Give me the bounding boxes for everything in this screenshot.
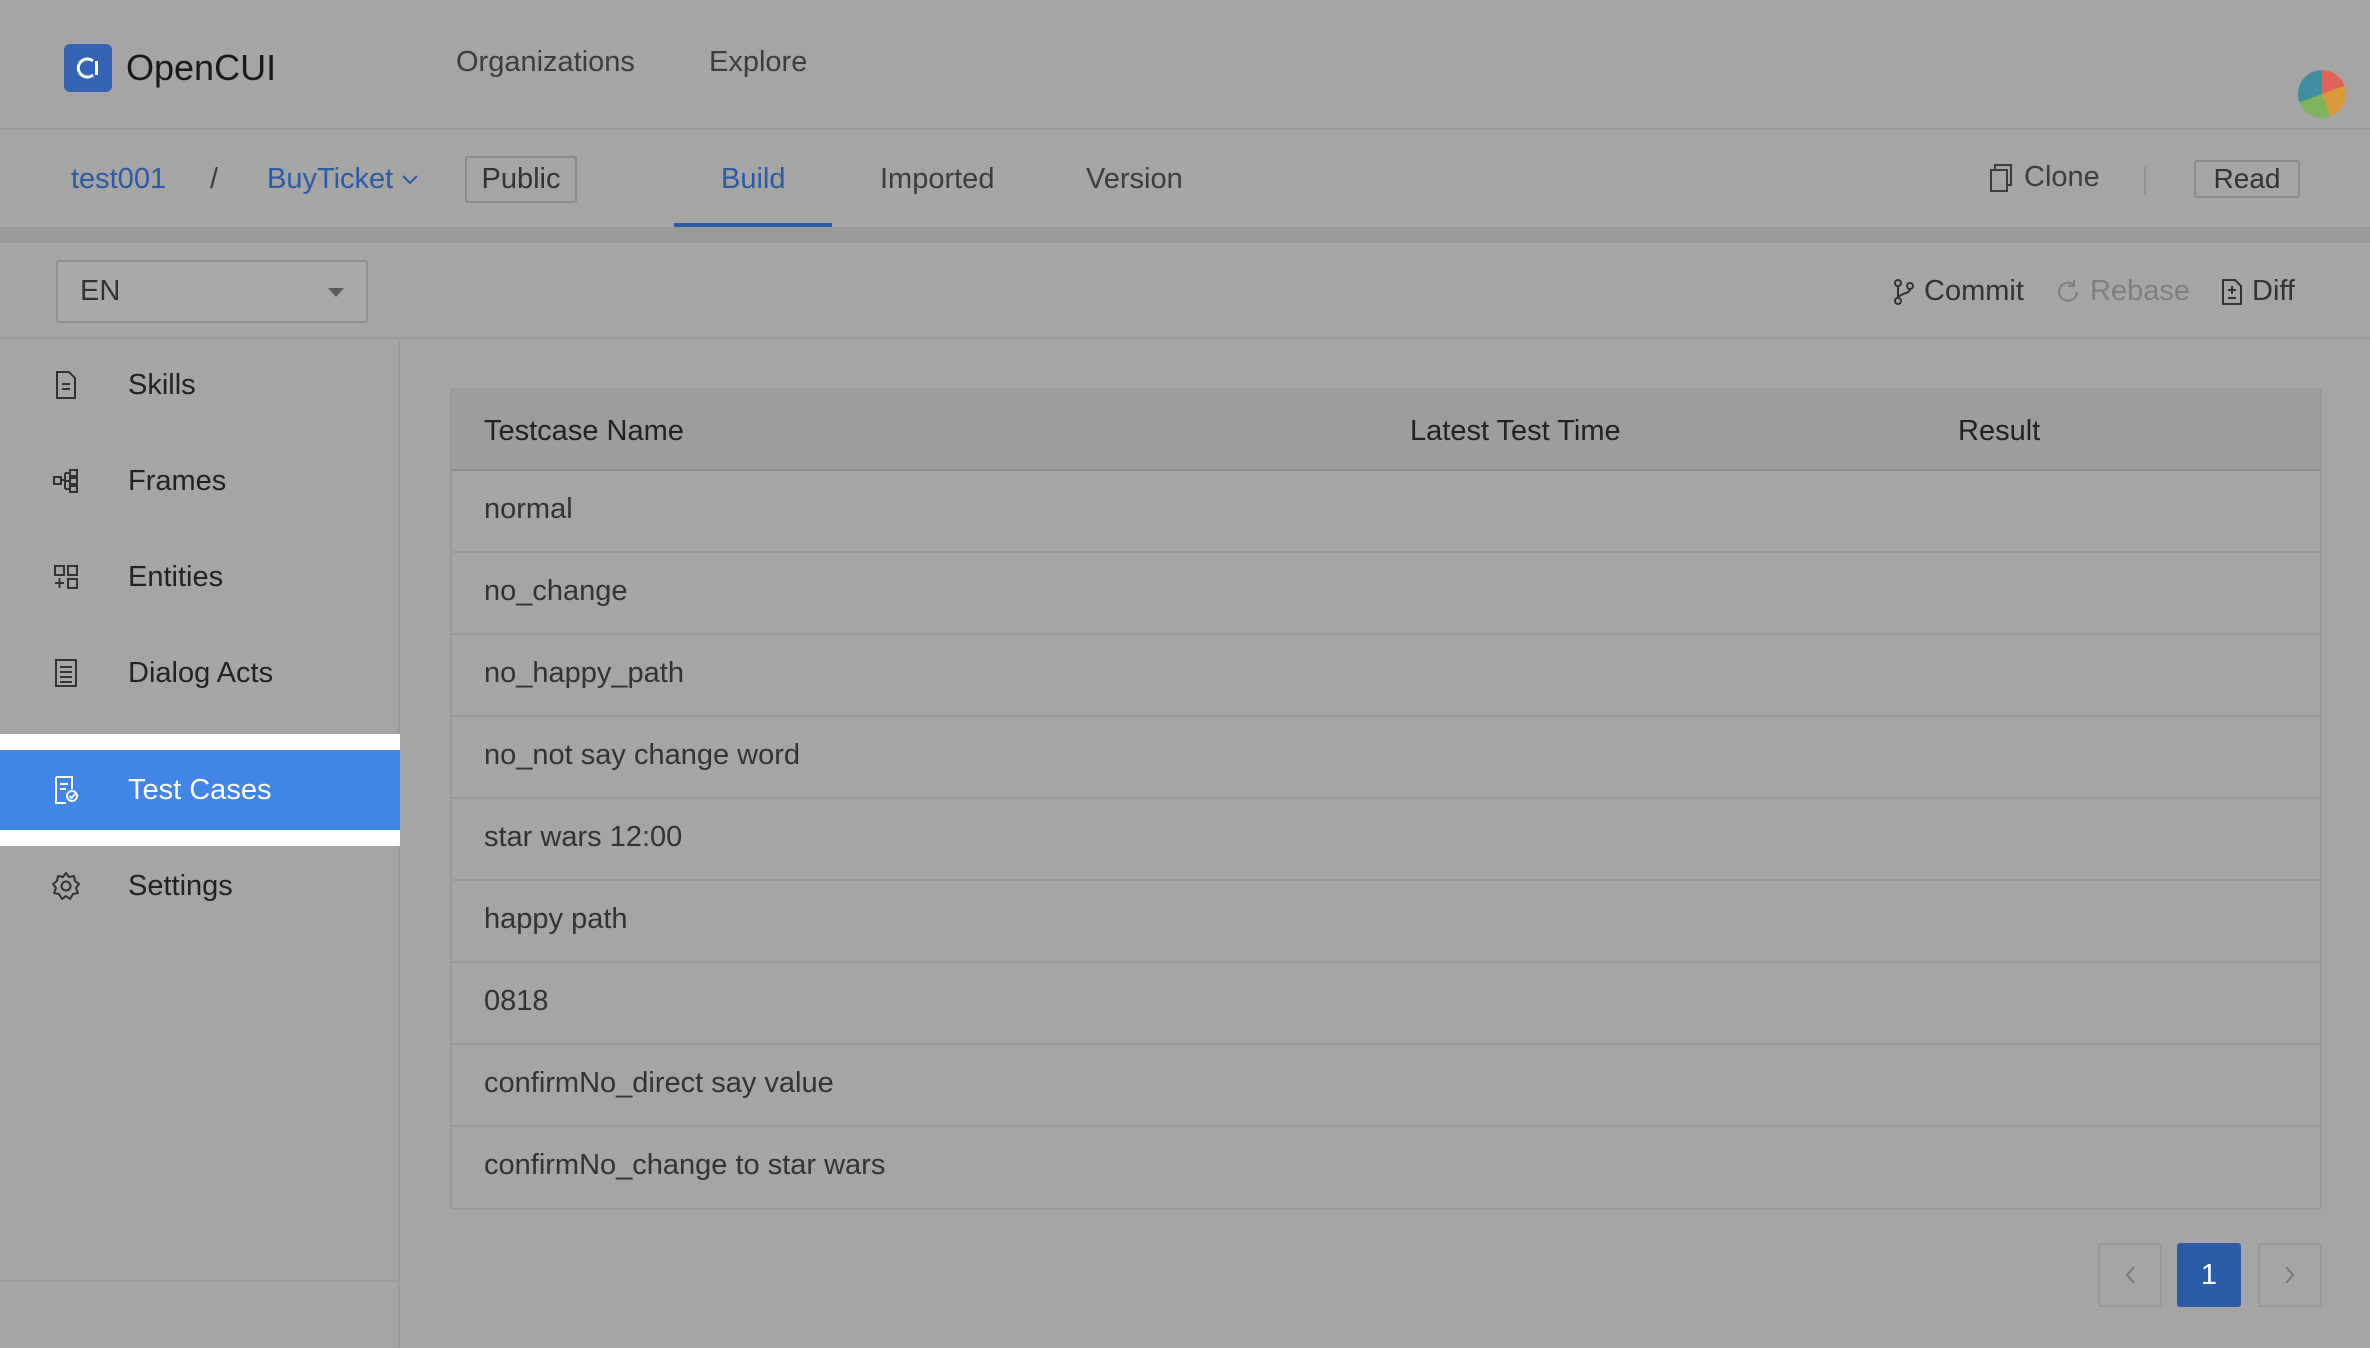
table-row[interactable]: no_change [452,553,2320,635]
sidebar-item-label: Entities [128,560,224,593]
hierarchy-icon [50,465,82,497]
app-name: OpenCUI [126,47,277,88]
clone-icon [1990,163,2012,192]
user-avatar[interactable] [2298,70,2346,118]
language-select[interactable]: EN [56,260,368,323]
nav-organizations-link[interactable]: Organizations [456,46,635,79]
caret-down-icon [328,288,344,297]
breadcrumb-org-link[interactable]: test001 [71,163,166,196]
sidebar-item-label: Test Cases [128,773,272,806]
sidebar-item-label: Dialog Acts [128,656,274,689]
clone-button[interactable]: Clone [1988,161,2100,194]
testcase-name-cell: 0818 [484,985,549,1017]
table-row[interactable]: star wars 12:00 [452,799,2320,881]
rebase-label: Rebase [2090,275,2190,307]
testcase-name-cell: star wars 12:00 [484,821,683,853]
sidebar-item-test-cases[interactable]: Test Cases [0,750,400,830]
pagination-prev-button[interactable] [2098,1243,2162,1307]
table-row[interactable]: normal [452,471,2320,553]
document-icon [50,369,82,401]
divider [0,1280,400,1282]
gear-icon [50,870,82,902]
project-header: test001 / BuyTicket Public Build Importe… [0,131,2370,227]
workspace-toolbar: EN Commit Rebase Diff [0,243,2370,339]
app-logo[interactable]: OpenCUI [64,44,276,92]
section-divider-band [0,227,2370,243]
clone-label: Clone [2024,161,2100,193]
table-row[interactable]: no_happy_path [452,635,2320,717]
diff-document-icon [2222,278,2242,305]
table-row[interactable]: confirmNo_direct say value [452,1045,2320,1127]
diff-button[interactable]: Diff [2220,275,2295,308]
table-row[interactable]: confirmNo_change to star wars [452,1127,2320,1209]
commit-button[interactable]: Commit [1892,275,2024,308]
active-item-highlight: Test Cases [0,734,400,846]
top-navigation-bar: OpenCUI Organizations Explore [0,0,2370,130]
refresh-icon [2058,279,2078,302]
testcase-name-cell: no_change [484,575,628,607]
tab-build[interactable]: Build [721,163,786,196]
testcase-name-cell: normal [484,493,573,525]
read-mode-button[interactable]: Read [2194,160,2300,198]
pagination-next-button[interactable] [2258,1243,2322,1307]
tab-version[interactable]: Version [1086,163,1183,196]
sidebar-item-entities[interactable]: Entities [0,537,400,617]
sidebar-item-skills[interactable]: Skills [0,345,400,425]
diff-label: Diff [2252,275,2295,307]
column-header-result[interactable]: Result [1958,415,2040,448]
testcase-name-cell: confirmNo_direct say value [484,1067,834,1099]
sidebar-item-label: Skills [128,368,196,401]
table-row[interactable]: no_not say change word [452,717,2320,799]
sidebar-item-frames[interactable]: Frames [0,441,400,521]
tab-imported[interactable]: Imported [880,163,994,196]
testcase-name-cell: no_happy_path [484,657,684,689]
breadcrumb-separator: / [210,163,219,195]
table-row[interactable]: 0818 [452,963,2320,1045]
sidebar-item-label: Settings [128,869,233,902]
pagination-page-button[interactable]: 1 [2177,1243,2241,1307]
column-header-testcase-name[interactable]: Testcase Name [484,415,684,448]
testcase-name-cell: confirmNo_change to star wars [484,1149,886,1181]
test-cases-table: Testcase Name Latest Test Time Result no… [450,388,2322,1210]
divider [2144,167,2146,195]
sidebar-item-dialog-acts[interactable]: Dialog Acts [0,633,400,713]
language-value: EN [80,275,121,307]
visibility-badge: Public [465,156,577,203]
sidebar: Skills Frames Entities Dialog Acts Test … [0,339,400,1348]
branch-icon [1894,278,1914,305]
rebase-button[interactable]: Rebase [2054,275,2190,308]
chevron-right-icon [2285,1266,2295,1284]
sidebar-item-label: Frames [128,464,227,497]
breadcrumb-project-dropdown[interactable]: BuyTicket [267,163,419,196]
nav-explore-link[interactable]: Explore [709,46,807,79]
table-row[interactable]: happy path [452,881,2320,963]
chevron-down-icon [402,174,418,184]
testcase-name-cell: no_not say change word [484,739,800,771]
commit-label: Commit [1924,275,2024,307]
chevron-left-icon [2125,1266,2135,1284]
test-document-icon [50,774,82,806]
sidebar-item-settings[interactable]: Settings [0,846,400,926]
project-name: BuyTicket [267,163,394,195]
column-header-latest-test-time[interactable]: Latest Test Time [1410,415,1621,448]
testcase-name-cell: happy path [484,903,628,935]
grid-plus-icon [50,561,82,593]
table-header: Testcase Name Latest Test Time Result [452,390,2320,471]
list-document-icon [50,657,82,689]
opencui-logo-icon [64,44,112,92]
